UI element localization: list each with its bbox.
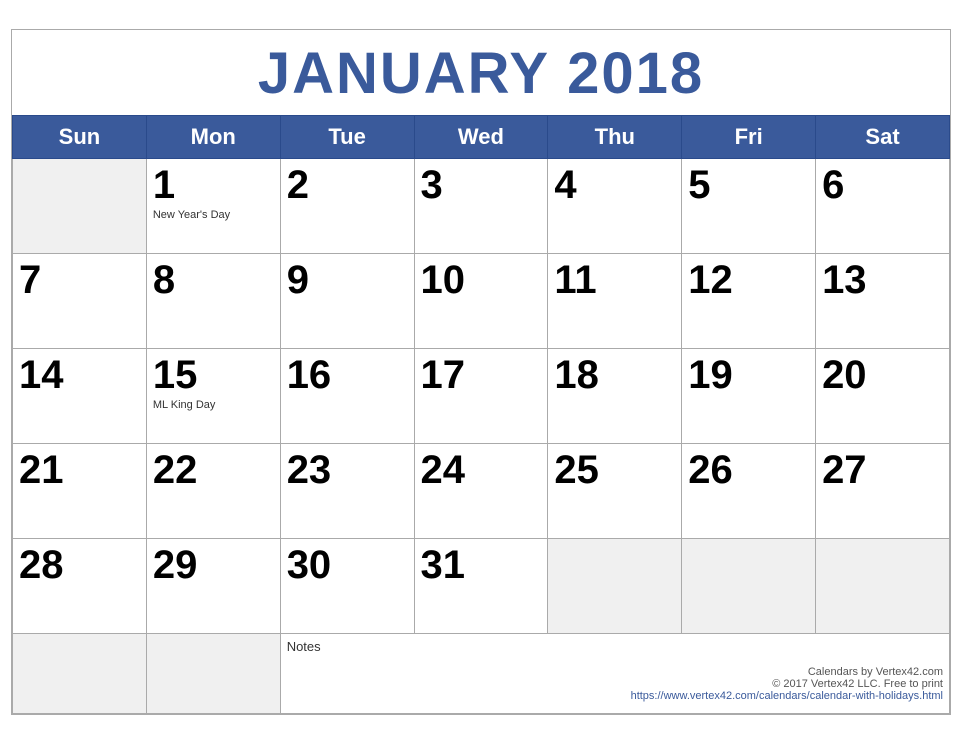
day-number: 12 [688, 258, 809, 302]
day-cell: 7 [13, 253, 147, 348]
day-cell: 14 [13, 348, 147, 443]
week-row-1: 789 10 11 12 13 [13, 253, 950, 348]
calendar-title: JANUARY 2018 [12, 30, 950, 115]
day-cell: 26 [682, 443, 816, 538]
day-number: 4 [554, 163, 675, 207]
notes-empty-cell [146, 633, 280, 713]
day-cell: 12 [682, 253, 816, 348]
calendar-table: SunMonTueWedThuFriSat 1New Year's Day234… [12, 115, 950, 714]
day-number: 5 [688, 163, 809, 207]
day-cell: 31 [414, 538, 548, 633]
day-number: 16 [287, 353, 408, 397]
calendar-container: JANUARY 2018 SunMonTueWedThuFriSat 1 New … [11, 29, 951, 715]
holiday-label: New Year's Day [153, 209, 274, 221]
footer-line2: © 2017 Vertex42 LLC. Free to print [287, 678, 943, 690]
weekday-header-tue: Tue [280, 115, 414, 158]
day-number: 6 [822, 163, 943, 207]
day-number: 26 [688, 448, 809, 492]
day-cell: 4 [548, 158, 682, 253]
day-number: 11 [554, 258, 675, 302]
day-cell: 1 New Year's Day [146, 158, 280, 253]
weekday-header-wed: Wed [414, 115, 548, 158]
day-number: 13 [822, 258, 943, 302]
weekday-header-mon: Mon [146, 115, 280, 158]
week-row-2: 14 15 ML King Day 16 17 18 19 20 [13, 348, 950, 443]
notes-label: Notes [287, 639, 321, 654]
weekday-header-fri: Fri [682, 115, 816, 158]
day-cell: 18 [548, 348, 682, 443]
day-number: 15 [153, 353, 274, 397]
day-cell: 9 [280, 253, 414, 348]
day-number: 23 [287, 448, 408, 492]
footer: Calendars by Vertex42.com© 2017 Vertex42… [287, 656, 943, 702]
day-cell: 30 [280, 538, 414, 633]
day-number: 8 [153, 258, 274, 302]
day-cell: 13 [816, 253, 950, 348]
day-cell [13, 158, 147, 253]
day-cell: 8 [146, 253, 280, 348]
day-cell: 22 [146, 443, 280, 538]
day-number: 31 [421, 543, 542, 587]
day-cell: 6 [816, 158, 950, 253]
day-cell: 20 [816, 348, 950, 443]
day-cell: 15 ML King Day [146, 348, 280, 443]
day-number: 9 [287, 258, 408, 302]
day-number: 25 [554, 448, 675, 492]
day-number: 7 [19, 258, 140, 302]
day-cell: 23 [280, 443, 414, 538]
day-number: 21 [19, 448, 140, 492]
day-cell: 5 [682, 158, 816, 253]
day-number: 3 [421, 163, 542, 207]
day-cell: 24 [414, 443, 548, 538]
notes-cell: Notes Calendars by Vertex42.com© 2017 Ver… [280, 633, 949, 713]
day-cell: 28 [13, 538, 147, 633]
day-number: 28 [19, 543, 140, 587]
day-number: 14 [19, 353, 140, 397]
day-number: 1 [153, 163, 274, 207]
day-cell: 27 [816, 443, 950, 538]
weekday-header-thu: Thu [548, 115, 682, 158]
footer-line1: Calendars by Vertex42.com [287, 666, 943, 678]
holiday-label: ML King Day [153, 399, 274, 411]
day-cell [682, 538, 816, 633]
day-number: 20 [822, 353, 943, 397]
weekday-header-sat: Sat [816, 115, 950, 158]
day-cell: 10 [414, 253, 548, 348]
day-cell: 3 [414, 158, 548, 253]
day-cell: 16 [280, 348, 414, 443]
week-row-3: 21 22 23 24 25 26 27 [13, 443, 950, 538]
day-number: 27 [822, 448, 943, 492]
day-cell: 17 [414, 348, 548, 443]
day-number: 30 [287, 543, 408, 587]
week-row-0: 1 New Year's Day 23456 [13, 158, 950, 253]
weekday-header-sun: Sun [13, 115, 147, 158]
day-cell: 21 [13, 443, 147, 538]
day-number: 10 [421, 258, 542, 302]
day-cell: 11 [548, 253, 682, 348]
day-cell: 25 [548, 443, 682, 538]
day-cell: 2 [280, 158, 414, 253]
footer-link[interactable]: https://www.vertex42.com/calendars/calen… [287, 690, 943, 702]
day-number: 19 [688, 353, 809, 397]
day-number: 18 [554, 353, 675, 397]
day-number: 22 [153, 448, 274, 492]
day-number: 24 [421, 448, 542, 492]
notes-row: Notes Calendars by Vertex42.com© 2017 Ver… [13, 633, 950, 713]
day-cell: 29 [146, 538, 280, 633]
day-number: 2 [287, 163, 408, 207]
day-number: 29 [153, 543, 274, 587]
day-cell [816, 538, 950, 633]
day-cell [548, 538, 682, 633]
notes-empty-cell [13, 633, 147, 713]
day-cell: 19 [682, 348, 816, 443]
week-row-4: 28 29 30 31 [13, 538, 950, 633]
weekday-header-row: SunMonTueWedThuFriSat [13, 115, 950, 158]
day-number: 17 [421, 353, 542, 397]
